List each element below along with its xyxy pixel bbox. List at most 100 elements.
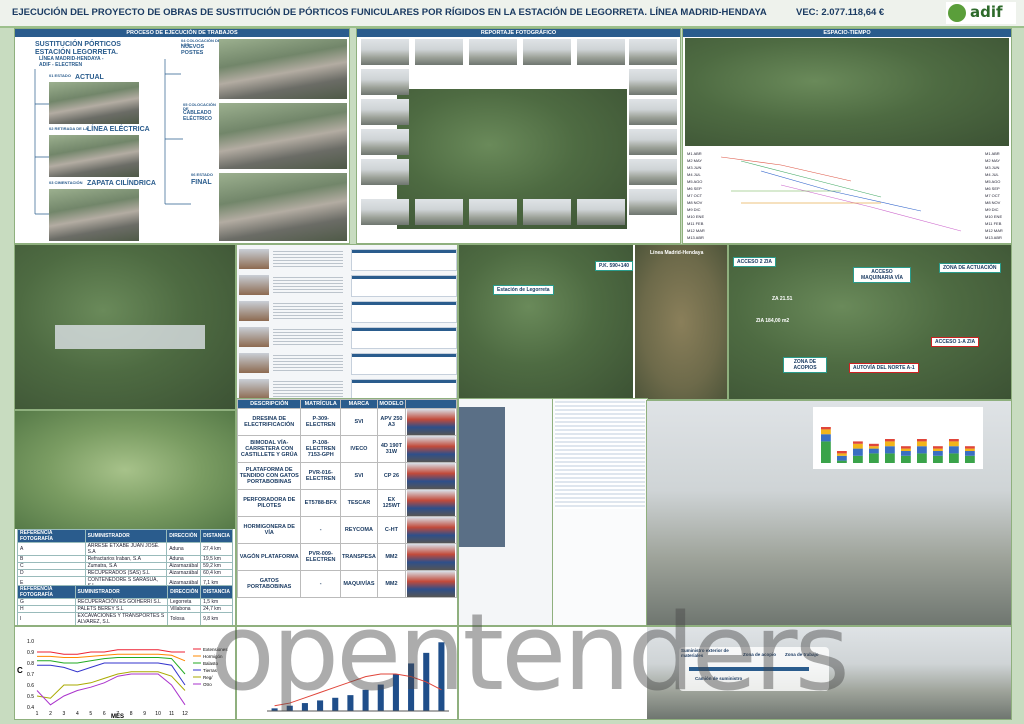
space-time-month-label: M3 JUN	[687, 165, 702, 170]
series-line	[37, 649, 185, 655]
table-cell: P-108-ELECTREN 7153-GPH	[300, 435, 341, 463]
space-time-month-label: M10 ENE	[687, 214, 705, 219]
page-header: EJECUCIÓN DEL PROYECTO DE OBRAS DE SUSTI…	[0, 0, 1024, 28]
table-header-cell: DISTANCIA	[200, 529, 233, 543]
photo-thumbnail	[415, 199, 463, 225]
table-cell: IVECO	[339, 435, 378, 463]
table-cell: Aduna	[166, 542, 202, 556]
x-tick-label: 9	[143, 711, 146, 717]
table-cell: ET5788-BFX	[300, 489, 341, 517]
table-cell: 60,4 km	[200, 569, 233, 577]
space-time-month-label: M7 OCT	[985, 193, 1001, 198]
space-time-month-label: M4 JUL	[687, 172, 701, 177]
x-tick-label: 2	[49, 711, 52, 717]
space-time-month-label: M9 DIC	[985, 207, 999, 212]
stacked-bar-segment	[869, 446, 879, 449]
table-row: A ARRESE ETXABE JUAN JOSÉ. S.A Aduna 27,4 k…	[17, 542, 233, 556]
stacked-bar-segment	[885, 453, 895, 463]
equipment-mini-chart	[351, 301, 457, 323]
equipment-mini-chart	[351, 327, 457, 349]
equipment-photo	[239, 353, 269, 373]
stacked-bar-segment	[933, 446, 943, 449]
station-aerial-panel	[14, 244, 236, 410]
photo-thumbnail	[469, 199, 517, 225]
table-header-cell: REFERENCIA FOTOGRAFÍA	[17, 585, 76, 599]
y-tick-label: 0.8	[27, 661, 34, 667]
stacked-bar-segment	[821, 429, 831, 435]
table-header-cell: MARCA	[339, 399, 378, 409]
vehicle-photo	[407, 517, 455, 543]
space-time-month-label: M6 SEP	[687, 186, 702, 191]
schedule-sidebar	[459, 407, 505, 547]
table-cell: RECUPERACIÓN ES GOIHERRI S.L	[74, 598, 169, 606]
stacked-bar-segment	[885, 446, 895, 454]
equipment-panel	[236, 244, 458, 410]
table-cell: PALETS BEREY S.L	[74, 605, 169, 613]
stacked-bar-segment	[837, 460, 847, 463]
photo-report-title: REPORTAJE FOTOGRÁFICO	[357, 29, 680, 37]
table-cell: I	[17, 612, 76, 625]
suppliers-map	[15, 411, 235, 529]
table-cell: 59,2 km	[200, 562, 233, 570]
pk-label: P.K. 590+140	[595, 261, 634, 271]
table-cell: Zumatra, S.A	[84, 562, 168, 570]
table-cell: MM2	[376, 543, 407, 571]
space-time-month-label: M9 DIC	[687, 207, 701, 212]
table-cell: APV 250 A3	[376, 408, 407, 436]
table-cell: SVI	[339, 408, 378, 436]
stacked-bar-segment	[949, 439, 959, 442]
za-label: ZA 21.51	[772, 296, 793, 302]
page-title: EJECUCIÓN DEL PROYECTO DE OBRAS DE SUSTI…	[12, 7, 767, 18]
table-header-cell: DESCRIPCIÓN	[237, 399, 302, 409]
space-time-month-label: M10 ENE	[985, 214, 1003, 219]
stacked-bar-segment	[965, 455, 975, 463]
stacked-bar-segment	[965, 451, 975, 456]
vehicle-photo	[407, 544, 455, 570]
vehicle-photo	[407, 436, 455, 462]
stacked-bar-segment	[901, 446, 911, 449]
x-tick-label: 1	[36, 711, 39, 717]
photo-thumbnail	[629, 99, 677, 125]
space-time-month-label: M1 ABR	[985, 151, 1000, 156]
stacked-bar-segment	[869, 453, 879, 463]
space-time-month-label: M12 MAR	[687, 228, 705, 233]
table-header-cell: SUMINISTRADOR	[74, 585, 169, 599]
table-cell: Refractarios Iraban, S.A	[84, 555, 168, 563]
machinery-table: DESCRIPCIÓN MATRÍCULA MARCA MODELO DRESINA D…	[237, 399, 457, 598]
y-tick-label: 0.6	[27, 683, 34, 689]
stacked-bar-segment	[949, 441, 959, 447]
zia-label: ZIA 184,00 m2	[756, 318, 790, 324]
stacked-bar-segment	[917, 439, 927, 442]
table-row: C Zumatra, S.A Aizarnazábal 59,2 km	[17, 562, 233, 570]
stacked-bar-segment	[853, 441, 863, 444]
space-time-month-label: M13 ABR	[687, 235, 704, 240]
stacked-bar-segment	[837, 451, 847, 454]
x-tick-label: 4	[76, 711, 79, 717]
table-cell: C	[17, 562, 86, 570]
equipment-row	[239, 301, 457, 323]
x-tick-label: 5	[89, 711, 92, 717]
schedule-table-block	[555, 401, 645, 509]
photo-thumbnail	[577, 199, 625, 225]
stacked-bar-segment	[821, 441, 831, 463]
stacked-bar-segment	[949, 453, 959, 463]
stacked-bar-segment	[853, 443, 863, 449]
table-row: I EXCAVACIONES Y TRANSPORTES S ALVAREZ, S…	[17, 612, 233, 625]
equipment-photo	[239, 249, 269, 269]
photo-thumbnail	[361, 159, 409, 185]
series-line	[37, 657, 186, 675]
suppliers-table-2: REFERENCIA FOTOGRAFÍA SUMINISTRADOR DIRECC…	[17, 585, 233, 625]
vehicle-photo	[407, 463, 455, 489]
stacked-bar-segment	[965, 448, 975, 451]
stacked-bar-segment	[901, 448, 911, 451]
table-row: PLATAFORMA DE TENDIDO CON GATOS PORTABOB…	[237, 462, 457, 490]
table-cell: BIMODAL VÍA-CARRETERA CON CASTILLETE Y G…	[237, 435, 302, 463]
space-time-month-label: M5 AGO	[687, 179, 703, 184]
y-tick-label: 0.7	[27, 672, 34, 678]
photo-report-panel: REPORTAJE FOTOGRÁFICO	[356, 28, 681, 244]
equipment-row	[239, 353, 457, 375]
equipment-lines	[273, 329, 343, 345]
equipment-photo	[239, 275, 269, 295]
space-time-month-label: M7 OCT	[687, 193, 703, 198]
vec-amount: VEC: 2.077.118,64 €	[796, 7, 885, 18]
